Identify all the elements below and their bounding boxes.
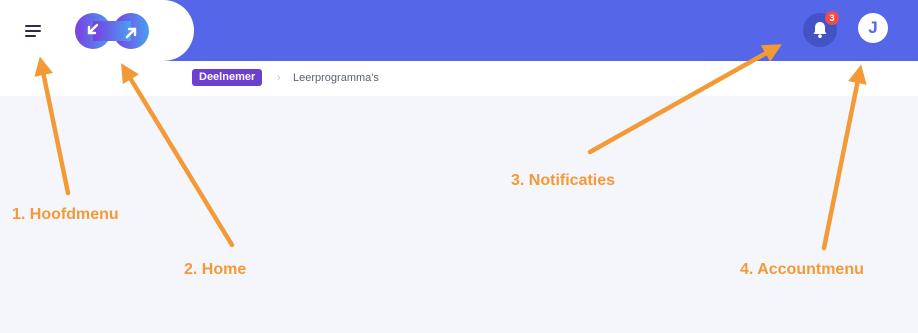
menu-annotation-arrow — [34, 56, 71, 196]
notifications-annotation-arrow — [587, 44, 782, 155]
annotation-label-home: 2. Home — [184, 261, 247, 278]
home-annotation-arrow — [121, 63, 235, 248]
annotation-label-account: 4. Accountmenu — [740, 261, 864, 278]
annotation-label-notifications: 3. Notificaties — [511, 172, 616, 189]
annotation-label-menu: 1. Hoofdmenu — [12, 206, 119, 223]
account-annotation-arrow — [821, 64, 867, 251]
annotation-arrows — [34, 44, 867, 251]
